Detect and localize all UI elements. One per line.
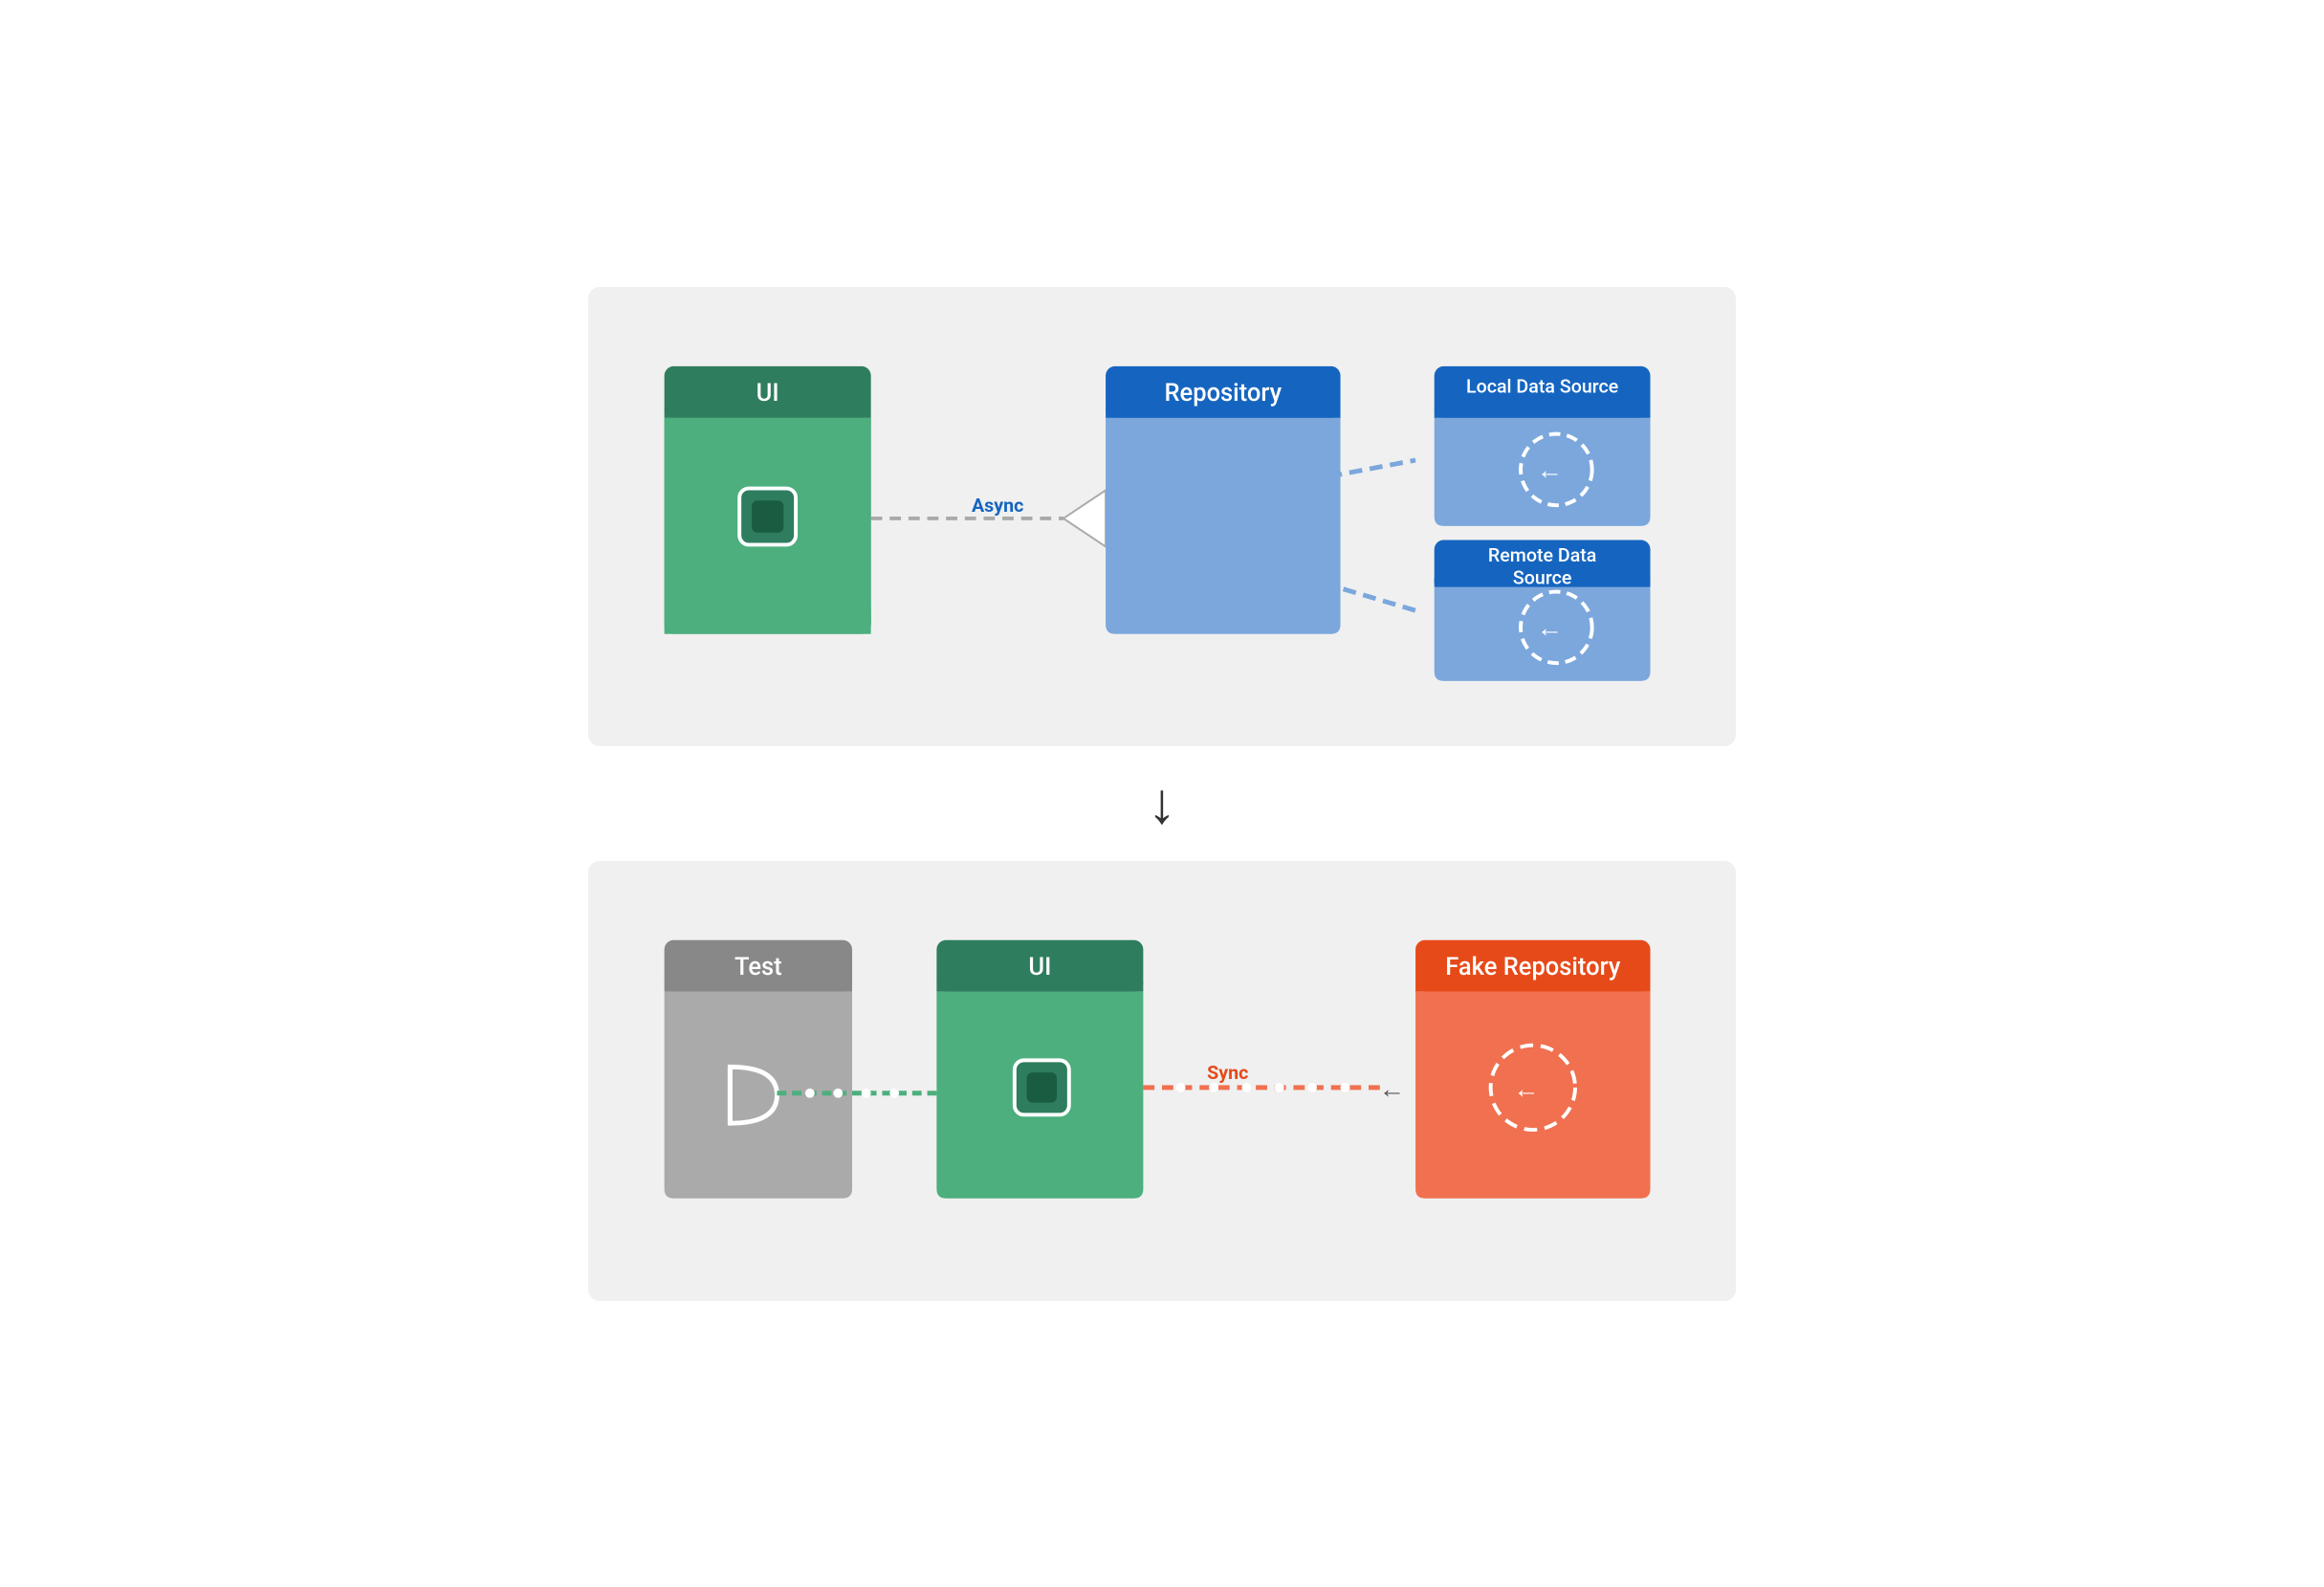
down-arrow-icon: ↓ [1148,775,1176,832]
svg-text:←: ← [1537,611,1563,643]
bottom-ui-label: UI [1028,953,1051,981]
top-ui-label: UI [756,379,779,408]
main-container: UI Async Repository [588,287,1736,1301]
local-ds-label: Local Data Source [1466,375,1618,397]
top-repo-label: Repository [1165,379,1283,408]
svg-text:←: ← [1379,1072,1405,1104]
test-label: Test [734,953,782,981]
bottom-diagram-svg: Test UI Sync [646,909,1678,1253]
bottom-diagram: Test UI Sync [588,861,1736,1301]
remote-ds-label: Remote Data [1488,544,1597,566]
fake-repo-label: Fake Repository [1445,953,1621,981]
top-diagram-svg: UI Async Repository [646,335,1678,698]
sync-label: Sync [1207,1062,1248,1084]
async-label: Async [972,495,1023,517]
svg-text:←: ← [1537,453,1563,485]
down-arrow: ↓ [1148,746,1176,861]
top-diagram: UI Async Repository [588,287,1736,746]
svg-text:←: ← [1513,1072,1539,1104]
svg-text:Source: Source [1513,566,1571,588]
